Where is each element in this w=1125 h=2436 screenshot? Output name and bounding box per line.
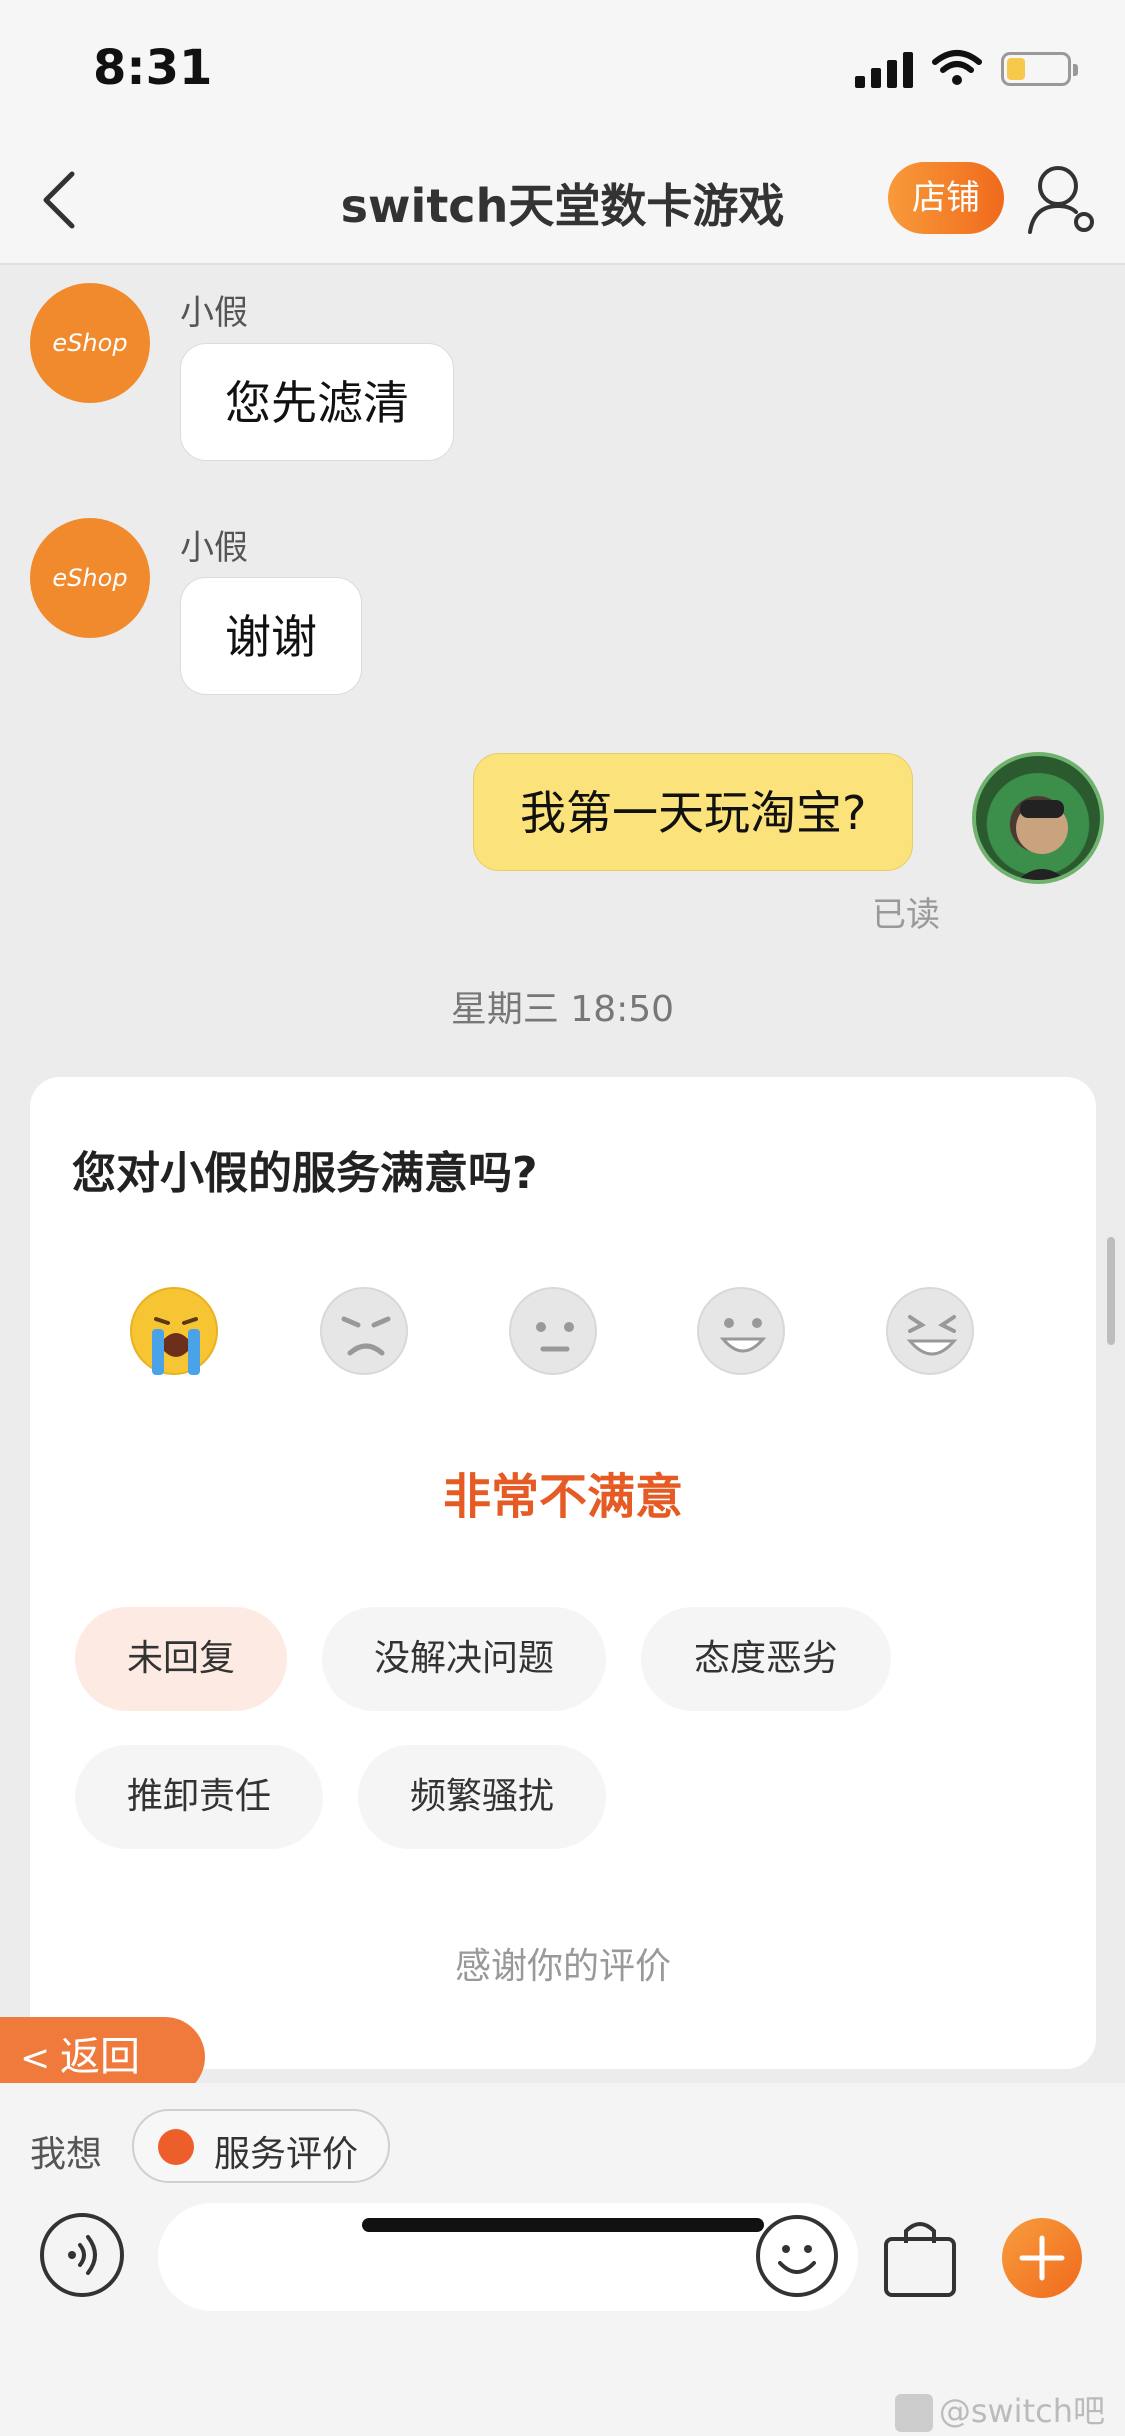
- status-icons: [855, 48, 1085, 88]
- tag-bad-attitude[interactable]: 态度恶劣: [641, 1607, 891, 1711]
- avatar[interactable]: eShop: [30, 518, 150, 638]
- emoji-button[interactable]: [756, 2215, 838, 2297]
- user-settings-icon[interactable]: [1026, 160, 1098, 240]
- message-bubble-outgoing[interactable]: 我第一天玩淘宝?: [473, 753, 914, 871]
- bottom-panel: 我想 服务评价: [0, 2083, 1125, 2436]
- top-bar: 8:31 switch天堂数卡游戏 店铺: [0, 0, 1125, 265]
- tag-no-reply[interactable]: 未回复: [75, 1607, 287, 1711]
- thanks-text: 感谢你的评价: [454, 1946, 671, 1987]
- sad-face-icon[interactable]: [320, 1287, 408, 1375]
- neutral-face-icon[interactable]: [509, 1287, 597, 1375]
- tag-unresolved[interactable]: 没解决问题: [322, 1607, 606, 1711]
- battery-icon: [1001, 52, 1078, 86]
- rating-icon: [158, 2129, 194, 2165]
- watermark: @switch吧: [894, 2386, 1105, 2432]
- status-time: 8:31: [93, 40, 213, 96]
- timestamp: 星期三 18:50: [450, 989, 675, 1030]
- crying-face-icon[interactable]: [130, 1287, 218, 1375]
- watermark-text: @switch吧: [938, 2392, 1105, 2430]
- message-bubble[interactable]: 谢谢: [180, 577, 362, 695]
- quick-action-label: 我想: [30, 2134, 103, 2175]
- signal-icon: [855, 48, 915, 88]
- avatar[interactable]: eShop: [30, 283, 150, 403]
- voice-button[interactable]: [40, 2213, 124, 2297]
- happy-face-icon[interactable]: [697, 1287, 785, 1375]
- sender-name: 小假: [180, 528, 248, 568]
- tag-shirk-responsibility[interactable]: 推卸责任: [75, 1745, 323, 1849]
- add-button[interactable]: [1002, 2218, 1082, 2298]
- message-bubble[interactable]: 您先滤清: [180, 343, 454, 461]
- smiley-icon: [778, 2245, 816, 2274]
- wifi-icon: [932, 50, 982, 85]
- satisfaction-card: 您对小假的服务满意吗? 非常不满意 未回复 没解决问题 态度恶劣 推卸责任 频繁…: [30, 1077, 1096, 2069]
- weibo-logo-icon: [894, 2394, 933, 2432]
- shop-button[interactable]: 店铺: [888, 162, 1004, 234]
- home-indicator: [362, 2218, 764, 2232]
- tag-frequent-harassment[interactable]: 频繁骚扰: [358, 1745, 606, 1849]
- shopping-bag-icon[interactable]: [880, 2215, 960, 2299]
- avatar[interactable]: [972, 752, 1104, 884]
- return-label: 返回: [60, 2034, 140, 2080]
- survey-question: 您对小假的服务满意吗?: [72, 1148, 538, 1199]
- rating-label: 非常不满意: [442, 1469, 683, 1525]
- sender-name: 小假: [180, 293, 248, 333]
- service-review-label: 服务评价: [214, 2134, 359, 2175]
- read-status: 已读: [872, 895, 940, 935]
- plus-icon: [1019, 2235, 1065, 2281]
- voice-icon: [68, 2235, 97, 2275]
- very-happy-face-icon[interactable]: [886, 1287, 974, 1375]
- service-review-chip[interactable]: 服务评价: [132, 2109, 390, 2183]
- scrollbar[interactable]: [1107, 1237, 1115, 1345]
